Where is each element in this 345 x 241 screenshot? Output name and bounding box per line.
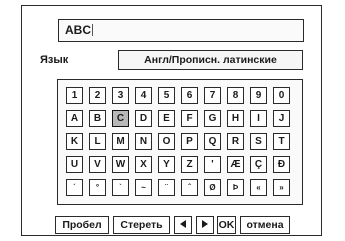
key[interactable]: « [250,179,267,196]
language-label: Язык [40,54,69,66]
key[interactable]: L [89,133,106,150]
key[interactable]: U [66,156,83,173]
key[interactable]: 3 [112,87,129,104]
key[interactable]: A [66,110,83,127]
key[interactable]: S [250,133,267,150]
key[interactable]: H [227,110,244,127]
key[interactable]: 8 [227,87,244,104]
key[interactable]: D [135,110,152,127]
cursor-right-button[interactable] [196,216,214,234]
key[interactable]: 7 [204,87,221,104]
key[interactable]: E [158,110,175,127]
key[interactable]: 0 [273,87,290,104]
key[interactable]: ` [112,179,129,196]
space-button[interactable]: Пробел [55,216,109,234]
right-arrow-icon [202,220,208,229]
key[interactable]: Y [158,156,175,173]
language-selector[interactable]: Англ/Прописн. латинские [118,50,303,70]
text-input-field[interactable]: ABC [58,19,304,42]
key[interactable]: » [273,179,290,196]
key[interactable]: ˆ [181,179,198,196]
key[interactable]: F [181,110,198,127]
key[interactable]: ¨ [158,179,175,196]
key[interactable]: P [181,133,198,150]
key[interactable]: Þ [227,179,244,196]
key[interactable]: O [158,133,175,150]
on-screen-keyboard: 1234567890 ABCDEFGHIJ KLMNOPQRST U V W X Y Z '… [57,79,303,205]
key[interactable]: Ç [250,156,267,173]
key[interactable]: G [204,110,221,127]
key[interactable]: ' [204,156,221,173]
key[interactable]: Z [181,156,198,173]
key[interactable]: W [112,156,129,173]
key[interactable]: I [250,110,267,127]
key[interactable]: 2 [89,87,106,104]
key[interactable]: ° [89,179,106,196]
key[interactable]: ~ [135,179,152,196]
key[interactable]: R [227,133,244,150]
text-input-value: ABC [65,23,91,37]
key[interactable]: X [135,156,152,173]
key[interactable]: Ø [204,179,221,196]
key[interactable]: 5 [158,87,175,104]
ok-button[interactable]: OK [217,216,236,234]
key[interactable]: K [66,133,83,150]
key[interactable]: Đ [273,156,290,173]
key[interactable]: V [89,156,106,173]
key[interactable]: ´ [66,179,83,196]
text-cursor [92,24,93,36]
key[interactable]: N [135,133,152,150]
key[interactable]: M [112,133,129,150]
key[interactable]: J [273,110,290,127]
left-arrow-icon [180,220,186,229]
key[interactable]: C [112,110,129,127]
key[interactable]: T [273,133,290,150]
cancel-button[interactable]: отмена [240,216,290,234]
key[interactable]: 6 [181,87,198,104]
key[interactable]: Q [204,133,221,150]
key[interactable]: 9 [250,87,267,104]
bottom-button-bar: Пробел Стереть OK отмена [0,216,345,234]
character-input-screen: ABC Язык Англ/Прописн. латинские 1234567… [0,0,345,241]
erase-button[interactable]: Стереть [113,216,170,234]
key[interactable]: B [89,110,106,127]
key[interactable]: 1 [66,87,83,104]
key[interactable]: 4 [135,87,152,104]
cursor-left-button[interactable] [174,216,192,234]
key[interactable]: Æ [227,156,244,173]
